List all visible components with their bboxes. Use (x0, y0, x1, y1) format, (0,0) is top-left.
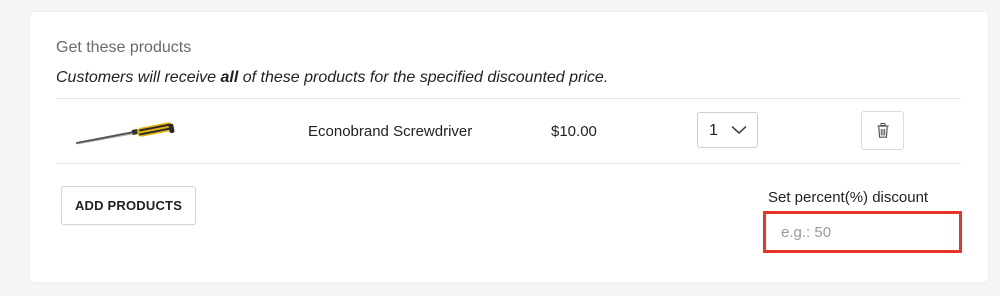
screwdriver-image (76, 122, 175, 145)
discount-input-highlight (763, 211, 962, 253)
description-suffix: of these products for the specified disc… (238, 69, 609, 86)
description-prefix: Customers will receive (56, 69, 221, 86)
trash-icon (877, 123, 889, 138)
divider (56, 163, 961, 164)
section-description: Customers will receive all of these prod… (56, 69, 608, 87)
product-bundle-card: Get these products Customers will receiv… (30, 12, 988, 282)
quantity-select[interactable]: 1 (697, 112, 758, 148)
chevron-down-icon (731, 126, 747, 134)
quantity-value: 1 (709, 122, 718, 139)
product-name: Econobrand Screwdriver (308, 123, 473, 140)
description-bold: all (220, 69, 239, 86)
section-title: Get these products (56, 39, 192, 56)
discount-input[interactable] (766, 214, 959, 250)
remove-product-button[interactable] (861, 111, 904, 150)
add-products-button[interactable]: ADD PRODUCTS (61, 186, 196, 225)
discount-label: Set percent(%) discount (768, 189, 929, 206)
divider (56, 98, 961, 99)
product-price: $10.00 (551, 123, 597, 140)
